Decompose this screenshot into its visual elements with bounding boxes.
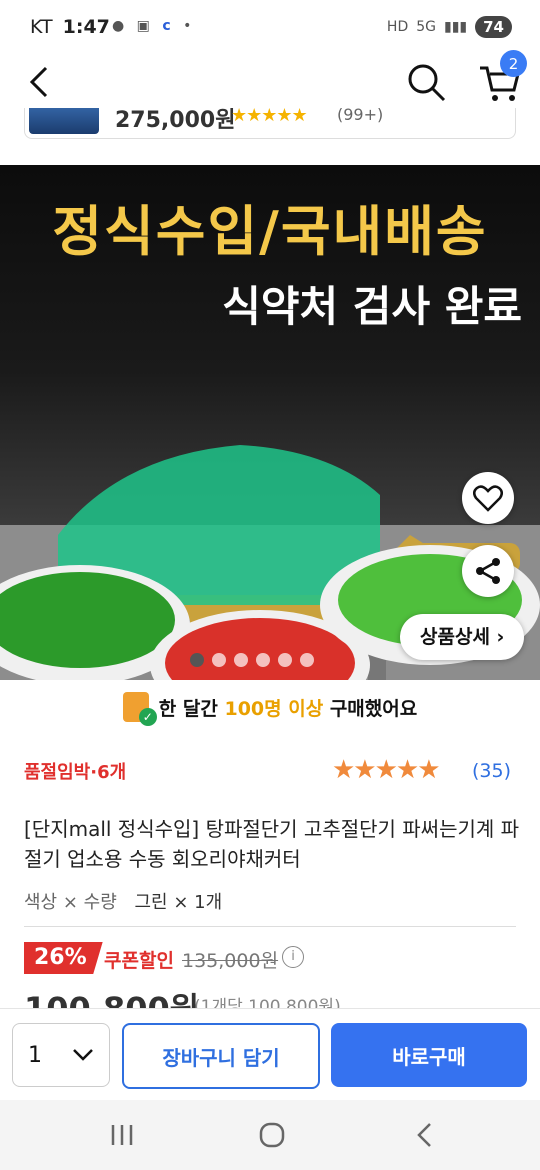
- mini-price: 275,000원: [115, 108, 236, 133]
- time-label: 1:47: [62, 16, 110, 38]
- discount-badge: 26%: [24, 942, 103, 974]
- recent-apps-button[interactable]: [102, 1118, 142, 1152]
- dot-icon: •: [183, 18, 196, 34]
- share-button[interactable]: [462, 545, 514, 597]
- carrier-label: KT: [30, 16, 53, 38]
- stock-warning: 품절임박·6개: [24, 762, 127, 783]
- status-bar: KT 1:47 ● ▣ c • HD 5G ▮▮▮ 74: [0, 0, 540, 56]
- carousel-dot[interactable]: [234, 653, 248, 667]
- bottom-action-bar: 1 장바구니 담기 바로구매: [0, 1008, 540, 1101]
- chevron-down-icon: [73, 1049, 93, 1061]
- add-to-cart-button[interactable]: 장바구니 담기: [122, 1023, 320, 1089]
- carousel-dot[interactable]: [212, 653, 226, 667]
- check-icon: ✓: [138, 708, 157, 726]
- hd-icon: HD: [386, 19, 409, 35]
- info-icon[interactable]: i: [282, 946, 304, 968]
- carousel-dot[interactable]: [300, 653, 314, 667]
- review-count-link[interactable]: (35): [472, 760, 511, 782]
- product-image-carousel[interactable]: 정식수입/국내배송 식약처 검사 완료 상품상세 ›: [0, 165, 540, 680]
- mini-product-card[interactable]: 275,000원 ★★★★★ (99+): [24, 108, 516, 139]
- carousel-dot[interactable]: [190, 653, 204, 667]
- purchase-highlight: 100명 이상: [224, 697, 324, 720]
- carousel-dot[interactable]: [278, 653, 292, 667]
- network-label: 5G: [416, 19, 436, 35]
- quantity-selector[interactable]: 1: [12, 1023, 110, 1087]
- option-value: 그린 × 1개: [134, 892, 223, 913]
- c-icon: c: [162, 18, 175, 34]
- quantity-value: 1: [28, 1042, 42, 1068]
- heart-icon: [473, 485, 503, 512]
- rating-stars-icon[interactable]: ★★★★★: [332, 755, 441, 785]
- product-detail-button[interactable]: 상품상세 ›: [400, 614, 525, 660]
- original-price: 135,000원: [182, 950, 279, 972]
- option-summary[interactable]: 색상 × 수량 그린 × 1개: [24, 888, 222, 914]
- carousel-dot[interactable]: [256, 653, 270, 667]
- notification-icons: ● ▣ c •: [112, 18, 195, 34]
- mini-thumbnail: [29, 108, 99, 134]
- like-button[interactable]: [462, 472, 514, 524]
- signal-icon: ▮▮▮: [444, 19, 468, 35]
- purchase-count-banner: ✓ 한 달간 100명 이상 구매했어요: [0, 690, 540, 726]
- detail-button-label: 상품상세: [420, 626, 490, 648]
- back-arrow-icon: [417, 1123, 431, 1147]
- home-button[interactable]: [252, 1118, 292, 1152]
- mini-review-count: (99+): [337, 108, 384, 124]
- system-nav-bar: [0, 1100, 540, 1170]
- carousel-indicator: [190, 653, 314, 667]
- system-back-button[interactable]: [404, 1118, 444, 1152]
- purchase-prefix: 한 달간: [158, 697, 218, 720]
- coupon-label: 쿠폰할인: [104, 950, 174, 972]
- status-carrier-time: KT 1:47: [30, 16, 110, 38]
- chevron-left-icon: [29, 66, 48, 98]
- shopping-bag-icon: ✓: [122, 692, 157, 726]
- hero-title: 정식수입/국내배송: [52, 200, 488, 263]
- divider: [24, 926, 516, 927]
- search-icon: [408, 64, 446, 102]
- battery-badge: 74: [475, 16, 512, 38]
- cart-count-badge: 2: [500, 50, 527, 77]
- share-icon: [476, 558, 500, 584]
- buy-now-button[interactable]: 바로구매: [331, 1023, 527, 1087]
- recent-apps-icon: [111, 1125, 133, 1145]
- product-title: [단지mall 정식수입] 탕파절단기 고추절단기 파써는기계 파절기 업소용 …: [24, 817, 520, 871]
- search-button[interactable]: [404, 60, 448, 104]
- mini-stars-icon: ★★★★★: [231, 108, 308, 126]
- purchase-suffix: 구매했어요: [329, 697, 418, 720]
- option-label: 색상 × 수량: [24, 892, 117, 913]
- home-icon: [259, 1122, 285, 1148]
- status-right: HD 5G ▮▮▮ 74: [387, 16, 512, 38]
- chevron-right-icon: ›: [496, 626, 505, 648]
- pdf-icon: ▣: [136, 18, 154, 34]
- talk-icon: ●: [112, 18, 129, 34]
- back-button[interactable]: [22, 62, 62, 102]
